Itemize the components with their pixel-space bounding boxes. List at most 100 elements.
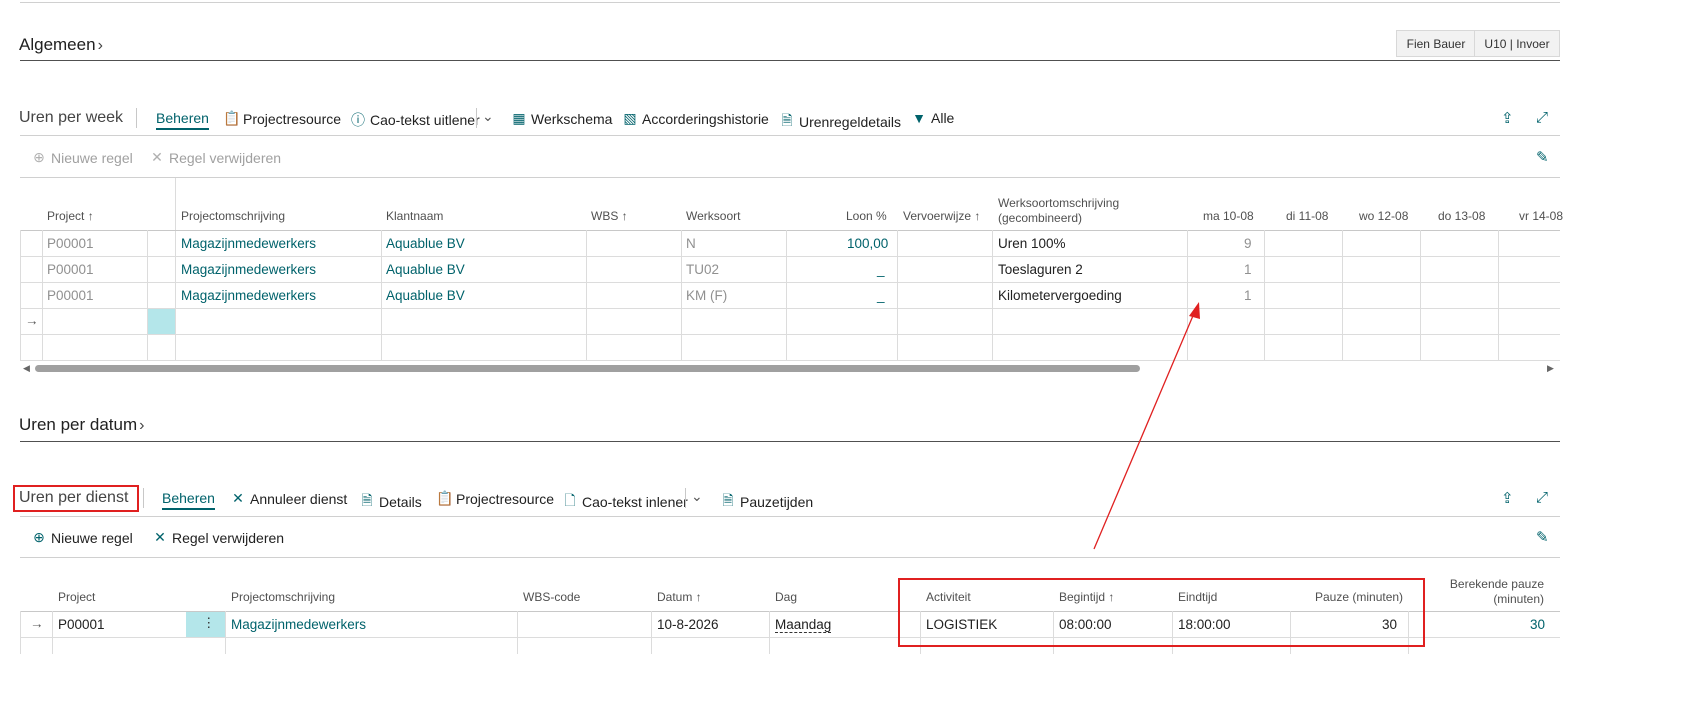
section-date-label: Uren per datum [19,415,138,434]
close-icon: ✕ [232,490,244,506]
cell-description[interactable]: Magazijnmedewerkers [181,262,316,277]
col-header-thu[interactable]: do 13-08 [1438,209,1485,223]
cell-worktype[interactable]: N [686,236,696,251]
delete-line-week-button[interactable]: ✕ Regel verwijderen [149,149,281,166]
col-header-wage[interactable]: Loon % [846,209,887,223]
cell-description[interactable]: Magazijnmedewerkers [231,617,366,632]
cell-client[interactable]: Aquablue BV [386,288,465,303]
cell-description[interactable]: Magazijnmedewerkers [181,288,316,303]
cao-lender-label: Cao-tekst uitlener [370,112,480,128]
col-header-date[interactable]: Datum ↑ [657,590,702,604]
col-header-wbs-code[interactable]: WBS-code [523,590,580,604]
table-icon: ▦ [512,110,526,126]
cell-project[interactable]: P00001 [58,617,105,632]
section-date-title[interactable]: Uren per datum › [19,415,144,435]
details-button[interactable]: 🗎 Details [359,490,421,514]
col-header-project[interactable]: Project ↑ [47,209,94,223]
cell-client[interactable]: Aquablue BV [386,236,465,251]
new-line-shift-button[interactable]: ⊕ Nieuwe regel [31,529,133,546]
col-header-project[interactable]: Project [58,590,95,604]
approval-history-button[interactable]: ▧ Accorderingshistorie [622,110,769,127]
pin-icon[interactable]: ✎ [1536,148,1549,166]
break-times-button[interactable]: 🗎 Pauzetijden [720,490,813,514]
cell-mon[interactable]: 1 [1244,262,1252,277]
info-icon: ⓘ [351,112,365,128]
col-header-wbs[interactable]: WBS ↑ [591,209,628,223]
new-line-week-button[interactable]: ⊕ Nieuwe regel [31,149,133,166]
delete-line-shift-button[interactable]: ✕ Regel verwijderen [152,529,284,546]
more-actions-button[interactable]: ⌄ [482,108,494,125]
scroll-right-icon[interactable]: ▶ [1547,363,1554,374]
tab-manage-shift[interactable]: Beheren [162,490,215,510]
share-icon[interactable]: ⇪ [1501,489,1514,507]
filter-all-button[interactable]: ▼ Alle [911,110,954,126]
horizontal-scrollbar[interactable] [35,365,1140,372]
cao-hirer-label: Cao-tekst inlener [582,494,688,510]
document-icon: 🗋 [564,492,576,508]
chevron-down-icon: ⌄ [691,488,703,504]
approval-history-label: Accorderingshistorie [642,110,769,127]
cao-lender-button[interactable]: ⓘ Cao-tekst uitlener [350,110,480,130]
share-icon[interactable]: ⇪ [1501,109,1514,127]
col-header-worktype[interactable]: Werksoort [686,209,740,223]
cell-date[interactable]: 10-8-2026 [657,617,719,632]
scroll-left-icon[interactable]: ◀ [23,363,30,374]
cell-worktype-desc[interactable]: Toeslaguren 2 [998,262,1083,277]
more-shift-actions-button[interactable]: ⌄ [691,488,703,505]
cell-day[interactable]: Maandag [775,617,832,633]
cao-hirer-button[interactable]: 🗋 Cao-tekst inlener [562,490,688,514]
cell-project[interactable]: P00001 [47,288,94,303]
work-schedule-button[interactable]: ▦ Werkschema [511,110,612,127]
cell-worktype[interactable]: TU02 [686,262,719,277]
project-resource-button[interactable]: 📋 Projectresource [223,110,341,127]
tab-manage-week[interactable]: Beheren [156,110,209,130]
tab-manage-shift-label: Beheren [162,490,215,510]
cancel-shift-button[interactable]: ✕ Annuleer dienst [230,490,347,507]
break-times-label: Pauzetijden [740,494,814,510]
mode-button[interactable]: U10 | Invoer [1474,30,1560,57]
cell-mon[interactable]: 1 [1244,288,1252,303]
col-header-worktype-desc[interactable]: Werksoortomschrijving (gecombineerd) [998,196,1119,226]
cell-wage[interactable]: 100,00 [847,236,888,251]
clipboard-icon: 📋 [223,110,241,126]
line-details-button[interactable]: 🗎 Urenregeldetails [779,110,901,134]
columns-highlight [898,578,1425,647]
chevron-right-icon: › [139,417,145,434]
col-header-day[interactable]: Dag [775,590,797,604]
section-general-title[interactable]: Algemeen › [19,35,103,55]
shift-title-highlight [13,485,139,512]
cell-calc-pause[interactable]: 30 [1530,617,1545,632]
cell-worktype-desc[interactable]: Uren 100% [998,236,1066,251]
document-icon: 🗎 [361,492,373,508]
pin-icon[interactable]: ✎ [1536,528,1549,546]
col-header-fri[interactable]: vr 14-08 [1519,209,1563,223]
col-header-transport[interactable]: Vervoerwijze ↑ [903,209,980,223]
cell-client[interactable]: Aquablue BV [386,262,465,277]
cell-project[interactable]: P00001 [47,236,94,251]
col-header-description[interactable]: Projectomschrijving [181,209,285,223]
col-header-description[interactable]: Projectomschrijving [231,590,335,604]
cell-project[interactable]: P00001 [47,262,94,277]
col-header-wed[interactable]: wo 12-08 [1359,209,1408,223]
cell-wage[interactable]: _ [877,262,885,277]
col-header-calc-pause[interactable]: Berekende pauze (minuten) [1440,577,1544,607]
document-icon: 🗎 [722,492,734,508]
cell-wage[interactable]: _ [877,288,885,303]
expand-icon[interactable]: ⤢ [1536,489,1548,506]
work-schedule-label: Werkschema [531,110,613,127]
cell-mon[interactable]: 9 [1244,236,1252,251]
selected-cell[interactable] [148,309,175,334]
mode-button-label: U10 | Invoer [1484,36,1550,51]
expand-icon[interactable]: ⤢ [1536,109,1548,126]
col-header-mon[interactable]: ma 10-08 [1203,209,1254,223]
week-part-title: Uren per week [19,109,124,126]
new-line-week-label: Nieuwe regel [51,149,133,166]
col-header-client[interactable]: Klantnaam [386,209,443,223]
new-line-shift-label: Nieuwe regel [51,529,133,546]
cell-worktype[interactable]: KM (F) [686,288,727,303]
shift-project-resource-button[interactable]: 📋 Projectresource [436,490,554,507]
user-button[interactable]: Fien Bauer [1396,30,1476,57]
cell-description[interactable]: Magazijnmedewerkers [181,236,316,251]
col-header-tue[interactable]: di 11-08 [1286,209,1328,223]
more-options-icon[interactable]: ⋮ [202,615,216,631]
